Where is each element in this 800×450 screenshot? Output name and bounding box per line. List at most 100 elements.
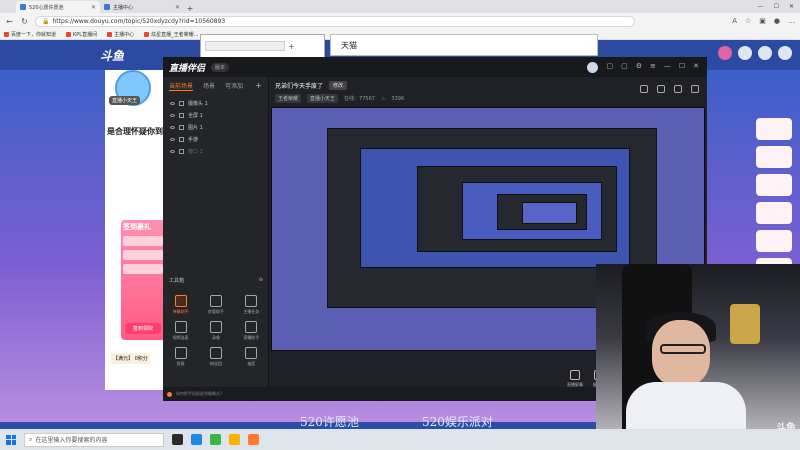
tool-lottery[interactable]: 抽奖 (234, 347, 269, 367)
image-icon (179, 124, 184, 130)
bookmark-0[interactable]: 百度一下，你就知道 (4, 31, 56, 38)
task-view-icon[interactable] (172, 434, 183, 445)
edge-icon[interactable] (191, 434, 202, 445)
bookmark-1[interactable]: KPL直播间 (66, 31, 97, 38)
signin-title: 签到豪礼 (123, 223, 151, 231)
douyu-app-icon[interactable] (248, 434, 259, 445)
new-tab-button[interactable]: + (184, 4, 196, 13)
toolbox-collapse-icon[interactable]: ⊖ (259, 277, 263, 284)
category-tag[interactable]: 王者荣耀 (275, 94, 302, 103)
maximize-icon[interactable]: ☐ (679, 62, 685, 73)
fans-icon (209, 347, 222, 359)
tab-current-scene[interactable]: 当前场景 (169, 81, 194, 91)
streamer-title-tag: 直播小天王 (307, 94, 339, 103)
eye-icon[interactable] (170, 137, 175, 141)
activity-badge[interactable] (756, 174, 792, 196)
message-icon[interactable] (738, 46, 752, 60)
task-icon (245, 295, 258, 307)
tool-danmu[interactable]: 弹幕助手 (163, 295, 198, 315)
skin-icon[interactable]: ▢ (621, 62, 628, 73)
eye-icon[interactable] (170, 125, 175, 129)
bookmark-2[interactable]: 主播中心 (107, 31, 134, 38)
activity-badge[interactable] (756, 230, 792, 252)
close-tab-icon[interactable]: ✕ (175, 4, 180, 11)
source-label: 手游 (188, 136, 199, 143)
screenshot-icon[interactable] (640, 85, 648, 93)
screen-capture-button[interactable]: 直播屏幕 (567, 370, 583, 388)
toolbox-header: 工具箱 ⊖ (169, 277, 263, 284)
banner-wish-pool[interactable]: 520许愿池 (300, 413, 359, 430)
tool-cast[interactable]: 投屏 (163, 347, 198, 367)
user-avatar-icon[interactable] (587, 61, 599, 73)
taskbar-search-input[interactable]: ⌕ 在这里输入你要搜索的内容 (24, 432, 164, 447)
collections-icon[interactable]: ▣ (759, 17, 766, 25)
window-icon (179, 148, 184, 154)
tool-label: 录像 (211, 335, 220, 340)
source-item[interactable]: 手游 (167, 133, 264, 145)
windows-start-icon[interactable] (6, 434, 16, 445)
version-badge[interactable]: 版本 (211, 62, 230, 72)
gift-icon[interactable] (718, 46, 732, 60)
gift-text: 【满元】 0积分 (111, 353, 150, 364)
wechat-icon[interactable] (210, 434, 221, 445)
settings-icon[interactable]: ⚙ (636, 62, 642, 73)
minimize-icon[interactable]: — (664, 62, 671, 73)
activity-badge[interactable] (756, 202, 792, 224)
history-icon[interactable] (758, 46, 772, 60)
source-item[interactable]: 图片 1 (167, 121, 264, 133)
online-count: 在线：77567 (344, 96, 375, 102)
notification-icon[interactable]: ▢ (606, 62, 613, 73)
refresh-icon[interactable]: ↻ (20, 17, 29, 26)
maximize-icon[interactable]: ☐ (774, 3, 779, 10)
close-window-icon[interactable]: ✕ (789, 3, 794, 10)
more-icon[interactable] (691, 85, 699, 93)
bookmark-3[interactable]: 炫星直播_王者荣耀... (144, 31, 198, 38)
tool-video-link[interactable]: 视频连麦 (163, 321, 198, 341)
close-icon[interactable]: ✕ (693, 62, 699, 73)
eye-icon[interactable] (170, 101, 175, 105)
tool-fans[interactable]: 粉丝团 (198, 347, 233, 367)
browser-tab-1[interactable]: 主播中心 ✕ (100, 1, 184, 13)
topic-title: 天猫 (341, 40, 357, 50)
streamer-glasses (660, 344, 706, 354)
activity-badge[interactable] (756, 146, 792, 168)
url-input[interactable]: 🔒 https://www.douyu.com/topic/520xdyzcdy… (35, 15, 635, 27)
browser-tab-0[interactable]: 520心愿许愿池 ✕ (16, 1, 100, 13)
tab-scenes[interactable]: 场景 (203, 81, 215, 91)
tool-assistant[interactable]: 直播助手 (234, 321, 269, 341)
close-tab-icon[interactable]: ✕ (91, 4, 96, 11)
menu-icon[interactable]: ≡ (650, 62, 656, 73)
assistant-icon (245, 321, 258, 333)
user-avatar-icon[interactable] (778, 46, 792, 60)
back-icon[interactable]: ← (5, 17, 14, 26)
bookmark-icon (144, 31, 150, 37)
floating-input[interactable] (205, 41, 285, 51)
profile-icon[interactable]: ● (774, 17, 780, 25)
site-logo[interactable]: 斗鱼 (100, 47, 124, 64)
danmu-icon (174, 295, 187, 307)
tool-record[interactable]: 录像 (198, 321, 233, 341)
minimize-icon[interactable]: — (758, 3, 764, 10)
banner-party[interactable]: 520娱乐派对 (422, 413, 493, 430)
read-aloud-icon[interactable]: A (732, 17, 737, 25)
source-item[interactable]: 摄像头 1 (167, 97, 264, 109)
status-tip[interactable]: 如何把手机投屏到摄像头? (176, 391, 222, 397)
favorite-icon[interactable]: ☆ (745, 17, 751, 25)
more-icon[interactable]: … (788, 17, 795, 25)
activity-badge[interactable] (756, 118, 792, 140)
folder-icon[interactable] (229, 434, 240, 445)
add-source-icon[interactable]: + (255, 81, 262, 91)
source-item[interactable]: 全屏 1 (167, 109, 264, 121)
eye-icon[interactable] (170, 149, 175, 153)
source-label: 全屏 1 (188, 112, 203, 119)
tool-room-admin[interactable]: 房管助手 (198, 295, 233, 315)
signin-button[interactable]: 签到领取 (125, 323, 161, 334)
eye-icon[interactable] (170, 113, 175, 117)
share-icon[interactable] (674, 85, 682, 93)
add-icon[interactable]: + (288, 42, 295, 51)
tool-task[interactable]: 主播任务 (234, 295, 269, 315)
edit-title-button[interactable]: 修改 (329, 81, 348, 90)
source-item[interactable]: 窗口 1 (167, 145, 264, 157)
layout-icon[interactable] (657, 85, 665, 93)
tab-addable[interactable]: 可添加 (225, 81, 243, 91)
